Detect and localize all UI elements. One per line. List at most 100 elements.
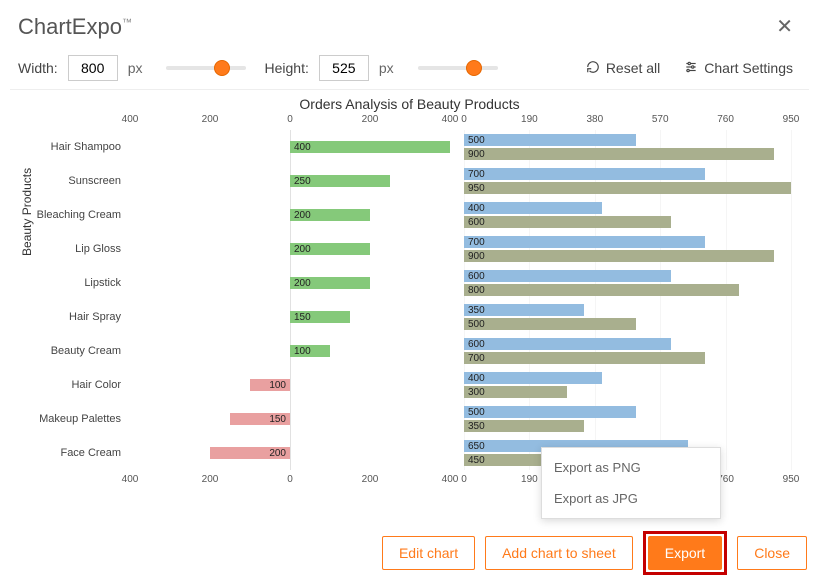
bar-value-label: 150: [294, 312, 311, 323]
reset-button[interactable]: Reset all: [578, 56, 668, 81]
bar-value-label: 250: [294, 176, 311, 187]
height-label: Height:: [264, 60, 308, 76]
left-bar: 200: [290, 243, 370, 255]
width-slider[interactable]: [166, 66, 246, 70]
axis-tick: 200: [202, 114, 219, 125]
bar-value-label: 500: [468, 319, 485, 330]
right-bar-blue: 350: [464, 304, 584, 316]
category-label: Hair Shampoo: [51, 141, 121, 153]
sliders-icon: [684, 60, 698, 77]
axis-tick: 950: [783, 114, 800, 125]
bar-value-label: 150: [269, 414, 286, 425]
category-label: Makeup Palettes: [39, 413, 121, 425]
left-bar: 200: [290, 277, 370, 289]
right-bar-olive: 800: [464, 284, 739, 296]
axis-tick: 190: [521, 474, 538, 485]
bar-value-label: 600: [468, 339, 485, 350]
bar-value-label: 300: [468, 387, 485, 398]
category-label: Lip Gloss: [75, 243, 121, 255]
export-png-option[interactable]: Export as PNG: [542, 452, 720, 483]
edit-chart-button[interactable]: Edit chart: [382, 536, 475, 570]
bar-value-label: 350: [468, 305, 485, 316]
axis-tick: 400: [122, 114, 139, 125]
left-bar: 250: [290, 175, 390, 187]
left-panel: 4002000200400 4002000200400 400250200200…: [130, 130, 450, 470]
right-bar-olive: 350: [464, 420, 584, 432]
left-bar: 150: [230, 413, 290, 425]
close-icon[interactable]: ✕: [768, 10, 801, 43]
width-unit: px: [128, 60, 143, 76]
bar-value-label: 350: [468, 421, 485, 432]
left-bar: 400: [290, 141, 450, 153]
bar-value-label: 800: [468, 285, 485, 296]
bar-value-label: 100: [269, 380, 286, 391]
axis-tick: 400: [442, 474, 459, 485]
chart-settings-button[interactable]: Chart Settings: [676, 56, 801, 81]
chart-area: Orders Analysis of Beauty Products Beaut…: [10, 89, 809, 489]
right-bar-olive: 500: [464, 318, 636, 330]
right-bar-blue: 700: [464, 168, 705, 180]
export-button[interactable]: Export: [648, 536, 722, 570]
close-button[interactable]: Close: [737, 536, 807, 570]
left-bar: 200: [290, 209, 370, 221]
bar-value-label: 650: [468, 441, 485, 452]
bar-value-label: 400: [468, 203, 485, 214]
bar-value-label: 500: [468, 407, 485, 418]
right-bar-blue: 500: [464, 406, 636, 418]
bottom-toolbar: Edit chart Add chart to sheet Export Clo…: [382, 531, 807, 575]
bar-value-label: 400: [468, 373, 485, 384]
height-unit: px: [379, 60, 394, 76]
category-label: Beauty Cream: [51, 345, 121, 357]
axis-tick: 200: [362, 474, 379, 485]
axis-tick: 200: [362, 114, 379, 125]
bar-value-label: 200: [294, 210, 311, 221]
right-bar-olive: 900: [464, 250, 774, 262]
axis-tick: 380: [586, 114, 603, 125]
axis-tick: 190: [521, 114, 538, 125]
left-bar: 100: [250, 379, 290, 391]
left-bar: 200: [210, 447, 290, 459]
bar-value-label: 700: [468, 237, 485, 248]
axis-tick: 950: [783, 474, 800, 485]
export-highlight: Export: [643, 531, 727, 575]
right-bar-blue: 700: [464, 236, 705, 248]
bar-value-label: 600: [468, 271, 485, 282]
right-bar-blue: 500: [464, 134, 636, 146]
height-input[interactable]: [319, 55, 369, 81]
category-label: Hair Color: [71, 379, 121, 391]
dimensions-toolbar: Width: px Height: px Reset all Chart Set…: [0, 49, 819, 89]
export-menu: Export as PNG Export as JPG: [541, 447, 721, 519]
reset-label: Reset all: [606, 60, 660, 76]
brand-name: ChartExpo: [18, 14, 122, 39]
height-slider[interactable]: [418, 66, 498, 70]
bar-value-label: 200: [294, 278, 311, 289]
export-jpg-option[interactable]: Export as JPG: [542, 483, 720, 514]
bar-value-label: 100: [294, 346, 311, 357]
bar-value-label: 200: [269, 448, 286, 459]
bar-value-label: 400: [294, 142, 311, 153]
add-chart-button[interactable]: Add chart to sheet: [485, 536, 633, 570]
bar-value-label: 700: [468, 169, 485, 180]
right-bar-blue: 600: [464, 270, 671, 282]
category-label: Bleaching Cream: [37, 209, 121, 221]
axis-tick: 0: [461, 114, 467, 125]
bar-value-label: 700: [468, 353, 485, 364]
right-bar-olive: 950: [464, 182, 791, 194]
bar-value-label: 500: [468, 135, 485, 146]
right-bar-blue: 400: [464, 372, 602, 384]
axis-tick: 400: [442, 114, 459, 125]
right-bar-olive: 900: [464, 148, 774, 160]
axis-tick: 570: [652, 114, 669, 125]
axis-tick: 400: [122, 474, 139, 485]
width-input[interactable]: [68, 55, 118, 81]
axis-tick: 200: [202, 474, 219, 485]
bar-value-label: 900: [468, 251, 485, 262]
bar-value-label: 950: [468, 183, 485, 194]
bar-value-label: 200: [294, 244, 311, 255]
right-panel: 0190380570760950 0190380570760950 500900…: [464, 130, 791, 470]
width-label: Width:: [18, 60, 58, 76]
settings-label: Chart Settings: [704, 60, 793, 76]
right-bar-olive: 600: [464, 216, 671, 228]
left-bar: 100: [290, 345, 330, 357]
brand-tm: ™: [122, 17, 132, 28]
